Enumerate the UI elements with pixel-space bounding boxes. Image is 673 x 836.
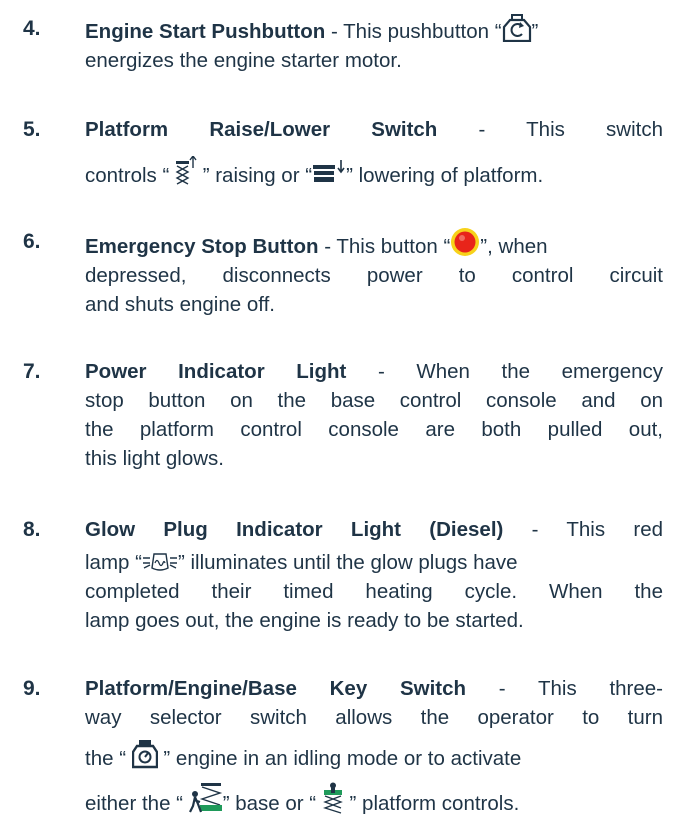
base-control-icon <box>188 782 223 814</box>
item-term: Power Indicator Light <box>85 360 347 383</box>
engine-start-icon <box>502 14 532 42</box>
platform-lower-icon <box>312 158 346 186</box>
item-term: Platform Raise/Lower Switch <box>85 118 438 141</box>
item-body: Engine Start Pushbutton - This pushbutto… <box>85 14 663 75</box>
item-body: Glow Plug Indicator Light (Diesel) - Thi… <box>85 518 663 632</box>
item-number: 4. <box>23 17 41 40</box>
item-body: Platform Raise/Lower Switch - This switc… <box>85 118 664 187</box>
item-term: Emergency Stop Button <box>85 235 319 258</box>
item-number: 5. <box>23 118 41 141</box>
item-number: 6. <box>23 230 41 253</box>
item-number: 8. <box>23 518 41 541</box>
item-number: 7. <box>23 360 41 383</box>
item-number: 9. <box>23 677 41 700</box>
emergency-stop-icon <box>450 227 480 257</box>
item-term: Platform/Engine/Base Key Switch <box>85 677 467 700</box>
item-term: Glow Plug Indicator Light (Diesel) <box>85 518 504 541</box>
platform-control-icon <box>322 782 344 814</box>
item-body: Power Indicator Light - When the emergen… <box>85 360 663 470</box>
manual-page: 4. Engine Start Pushbutton - This pushbu… <box>0 0 673 836</box>
engine-idle-icon <box>131 739 158 769</box>
item-body: Platform/Engine/Base Key Switch - This t… <box>85 677 664 815</box>
glow-plug-icon <box>142 551 178 573</box>
item-term: Engine Start Pushbutton <box>85 20 326 43</box>
platform-raise-icon <box>175 156 197 186</box>
item-body: Emergency Stop Button - This button “”, … <box>85 227 663 319</box>
